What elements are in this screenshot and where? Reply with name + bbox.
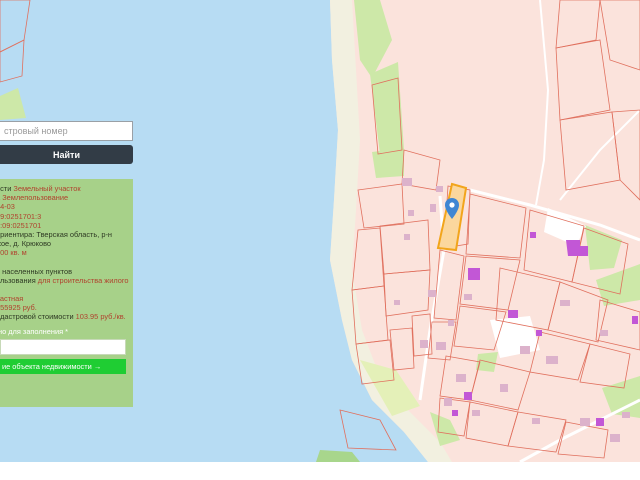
info-row: и населенных пунктов [0,267,125,276]
info-row: адастровой стоимости 103.95 руб./кв. [0,312,126,322]
info-row: жое, д. Крюково [0,239,125,248]
road [535,0,550,206]
info-row: ости Земельный участок [0,184,125,193]
info-row: 500 кв. м [0,248,125,257]
assess-property-button[interactable]: ие объекта недвижимости → [0,358,126,374]
info-row-value: 09:0251701:3 [0,211,42,221]
green-area [354,0,392,78]
road [519,398,640,462]
info-row-value: 04-03 [0,202,15,212]
info-row-label: ости [0,184,12,193]
find-button[interactable]: Найти [0,145,133,164]
cadastral-search-input[interactable] [0,121,133,141]
info-row: частная [0,294,125,303]
info-row-value: для строительства жилого [37,275,129,285]
info-row-value: 500 кв. м [0,248,27,258]
info-row-value: Земельный участок [13,184,81,193]
info-row-label: и населенных пунктов [0,266,73,276]
info-row: ользования для строительства жилого [0,275,129,285]
required-field-label: но для заполнения * [0,326,69,336]
green-area [370,62,404,154]
info-row-value: 9:09:0251701 [0,220,42,230]
info-row-value: частная [0,294,24,304]
info-row: ориентира: Тверская область, р-н [0,230,125,239]
info-row: 155925 руб. [0,303,125,312]
info-row-value: Землепользование [2,193,69,203]
green-area [596,264,640,306]
info-row-label: ользования [0,275,36,285]
road [559,109,640,201]
info-row: 9:09:0251701 [0,221,125,230]
info-row-label: ориентира: Тверская область, р-н [0,230,113,240]
info-row: а Землепользование [0,193,125,202]
required-input[interactable] [0,338,126,355]
info-row-value: 155925 руб. [0,303,37,313]
info-row-label: адастровой стоимости [0,312,74,322]
info-row-label: жое, д. Крюково [0,239,52,249]
green-area [602,376,640,418]
bottom-strip [0,462,640,480]
open-plot [490,316,540,358]
info-row: 09:0251701:3 [0,212,125,221]
info-row: 04-03 [0,202,125,211]
road [418,195,446,401]
parcel-info-panel: ости Земельный участока Землепользование… [0,179,133,407]
info-row-value: 103.95 руб./кв. [75,312,126,322]
